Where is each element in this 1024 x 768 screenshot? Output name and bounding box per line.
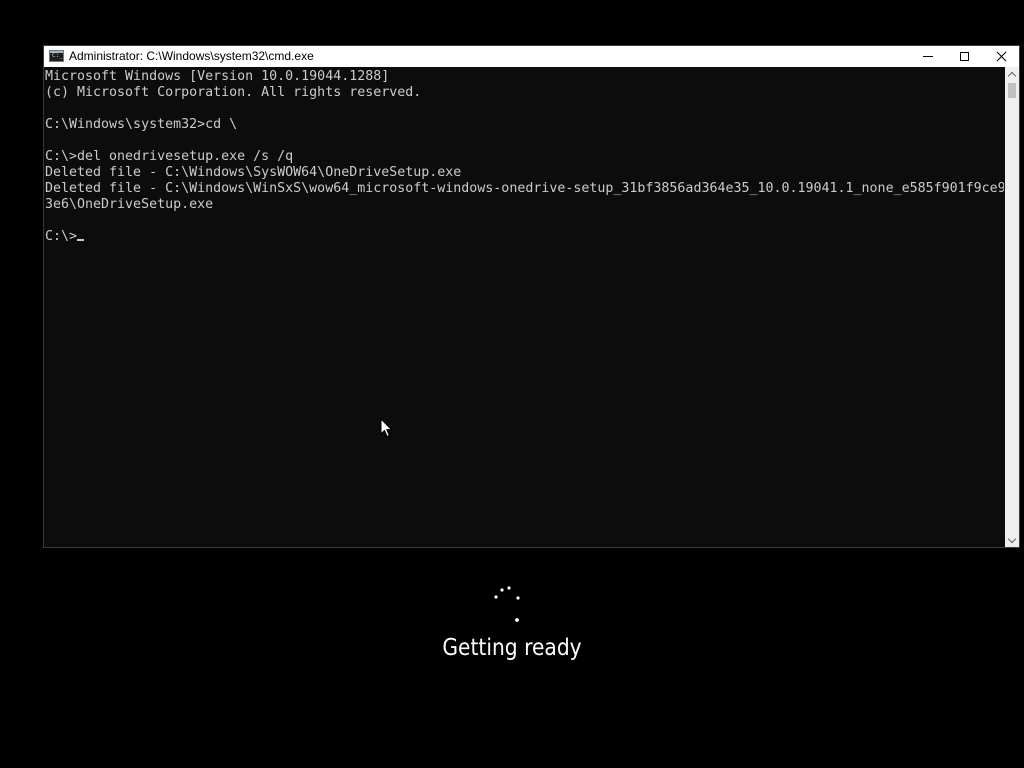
console-output[interactable]: Microsoft Windows [Version 10.0.19044.12… (44, 67, 1004, 547)
console-icon[interactable]: C:_ (49, 50, 64, 62)
console-line: 3e6\OneDriveSetup.exe (45, 197, 214, 212)
console-window[interactable]: C:_ Administrator: C:\Windows\system32\c… (43, 45, 1020, 548)
console-line: Microsoft Windows [Version 10.0.19044.12… (45, 69, 390, 84)
minimize-button[interactable] (910, 46, 946, 67)
scroll-thumb[interactable] (1008, 83, 1016, 98)
vertical-scrollbar[interactable] (1005, 67, 1019, 547)
close-icon (996, 51, 1007, 62)
scroll-down-button[interactable] (1005, 533, 1019, 547)
chevron-up-icon (1007, 71, 1017, 80)
screen: C:_ Administrator: C:\Windows\system32\c… (0, 0, 1024, 768)
title-bar[interactable]: C:_ Administrator: C:\Windows\system32\c… (44, 46, 1019, 67)
console-icon-prompt: C:_ (52, 52, 63, 59)
setup-status-text: Getting ready (442, 635, 582, 661)
text-cursor (77, 239, 85, 241)
console-line: Deleted file - C:\Windows\SysWOW64\OneDr… (45, 165, 462, 180)
chevron-down-icon (1007, 534, 1017, 543)
console-prompt-line[interactable]: C:\> (45, 229, 1004, 245)
close-button[interactable] (983, 46, 1019, 67)
console-line: C:\Windows\system32>cd \ (45, 117, 238, 132)
console-line: Deleted file - C:\Windows\WinSxS\wow64_m… (45, 181, 1004, 196)
minimize-icon (923, 56, 933, 57)
loading-spinner-icon (494, 586, 520, 622)
console-line: (c) Microsoft Corporation. All rights re… (45, 85, 422, 100)
maximize-button[interactable] (946, 46, 982, 67)
mouse-pointer-icon (380, 418, 393, 438)
console-prompt: C:\> (45, 229, 78, 244)
console-line: C:\>del onedrivesetup.exe /s /q (45, 149, 294, 164)
window-title: Administrator: C:\Windows\system32\cmd.e… (69, 49, 314, 63)
maximize-icon (959, 52, 969, 61)
scroll-up-button[interactable] (1005, 67, 1019, 81)
